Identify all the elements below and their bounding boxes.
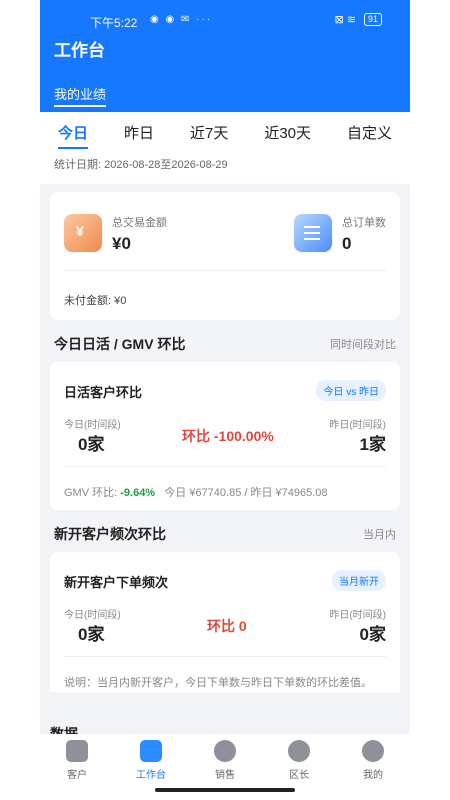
nav-label: 工作台 bbox=[136, 770, 166, 781]
home-indicator[interactable] bbox=[155, 788, 295, 792]
yesterday-value: 0家 bbox=[359, 625, 386, 644]
new-customers-card-title: 新开客户下单频次 bbox=[64, 575, 169, 590]
nav-item-customers[interactable]: 客户 bbox=[47, 734, 107, 800]
yesterday-value: 1家 bbox=[359, 435, 386, 454]
new-customers-section-note: 当月内 bbox=[363, 529, 396, 541]
today-value: 0家 bbox=[78, 435, 105, 454]
manager-icon bbox=[288, 740, 310, 762]
store-icon bbox=[66, 740, 88, 762]
battery-icon: 91 bbox=[363, 13, 382, 26]
ratio-value: 环比 0 bbox=[207, 618, 247, 634]
daily-active-section-title: 今日日活 / GMV 环比 bbox=[54, 336, 186, 352]
total-amount-label: 总交易金额 bbox=[112, 217, 167, 229]
system-icons: ⊠ ≋ 91 bbox=[334, 13, 382, 26]
month-badge: 当月新开 bbox=[332, 570, 386, 591]
page-title: 工作台 bbox=[54, 41, 105, 60]
comparison-badge: 今日 vs 昨日 bbox=[316, 380, 386, 401]
nav-label: 销售 bbox=[215, 770, 235, 781]
today-label: 今日(时间段) bbox=[64, 420, 121, 431]
profile-icon bbox=[362, 740, 384, 762]
nav-item-profile[interactable]: 我的 bbox=[343, 734, 403, 800]
tab-custom[interactable]: 自定义 bbox=[347, 122, 392, 149]
gmv-percent: -9.64% bbox=[120, 487, 156, 499]
status-bar: 下午5:22 ◉ ◉ ✉ ··· ⊠ ≋ 91 bbox=[40, 12, 410, 30]
wifi-icon: ⊠ ≋ bbox=[334, 14, 356, 26]
divider bbox=[64, 656, 386, 657]
divider bbox=[64, 466, 386, 467]
nav-label: 客户 bbox=[67, 770, 87, 781]
daily-active-card: 日活客户环比 今日 vs 昨日 今日(时间段) 0家 环比 -100.00% 昨… bbox=[50, 362, 400, 510]
tab-30-days[interactable]: 近30天 bbox=[264, 122, 311, 149]
gmv-prefix: GMV 环比: bbox=[64, 487, 121, 499]
date-filter-bar: 今日 昨日 近7天 近30天 自定义 统计日期: 2026-08-28至2026… bbox=[40, 112, 410, 184]
total-amount-value: ¥0 bbox=[112, 234, 131, 253]
total-amount: ¥ 总交易金额 ¥0 bbox=[64, 214, 167, 254]
yesterday-label: 昨日(时间段) bbox=[329, 420, 386, 431]
money-icon: ¥ bbox=[64, 214, 102, 252]
ratio-value: 环比 -100.00% bbox=[182, 428, 274, 444]
app-screen: 下午5:22 ◉ ◉ ✉ ··· ⊠ ≋ 91 工作台 我的业绩 今日 昨日 近… bbox=[40, 0, 410, 800]
total-orders-value: 0 bbox=[342, 234, 352, 253]
total-orders-label: 总订单数 bbox=[342, 217, 386, 229]
tab-7-days[interactable]: 近7天 bbox=[190, 122, 228, 149]
today-label: 今日(时间段) bbox=[64, 610, 121, 621]
gmv-detail: 今日 ¥67740.85 / 昨日 ¥74965.08 bbox=[164, 487, 328, 499]
document-icon bbox=[294, 214, 332, 252]
new-customers-section-title: 新开客户频次环比 bbox=[54, 526, 166, 542]
tab-today[interactable]: 今日 bbox=[57, 122, 88, 149]
money-icon-glyph: ¥ bbox=[76, 223, 84, 239]
unpaid-amount: 未付金额: ¥0 bbox=[64, 295, 127, 307]
nav-label: 我的 bbox=[363, 770, 383, 781]
notification-icons: ◉ ◉ ✉ ··· bbox=[150, 14, 213, 25]
today-value: 0家 bbox=[78, 625, 105, 644]
total-orders: 总订单数 0 bbox=[294, 214, 386, 254]
daily-active-section-note: 同时间段对比 bbox=[330, 339, 396, 351]
explanation-note: 说明：当月内新开客户，今日下单数与昨日下单数的环比差值。 bbox=[64, 677, 372, 689]
divider bbox=[64, 270, 386, 271]
summary-card: ¥ 总交易金额 ¥0 总订单数 0 未付金额: ¥0 bbox=[50, 192, 400, 320]
yesterday-label: 昨日(时间段) bbox=[329, 610, 386, 621]
tab-my-performance[interactable]: 我的业绩 bbox=[54, 84, 107, 107]
tab-yesterday[interactable]: 昨日 bbox=[124, 122, 154, 149]
header: 下午5:22 ◉ ◉ ✉ ··· ⊠ ≋ 91 工作台 我的业绩 bbox=[40, 0, 410, 112]
gmv-comparison: GMV 环比: -9.64% 今日 ¥67740.85 / 昨日 ¥74965.… bbox=[64, 484, 328, 500]
daily-active-card-title: 日活客户环比 bbox=[64, 385, 143, 400]
nav-label: 区长 bbox=[289, 770, 309, 781]
cube-icon bbox=[140, 740, 162, 762]
users-icon bbox=[214, 740, 236, 762]
status-time: 下午5:22 bbox=[90, 16, 138, 30]
new-customers-card: 新开客户下单频次 当月新开 今日(时间段) 0家 环比 0 昨日(时间段) 0家… bbox=[50, 552, 400, 692]
date-tabs: 今日 昨日 近7天 近30天 自定义 bbox=[40, 122, 410, 149]
date-range: 统计日期: 2026-08-28至2026-08-29 bbox=[54, 159, 228, 171]
